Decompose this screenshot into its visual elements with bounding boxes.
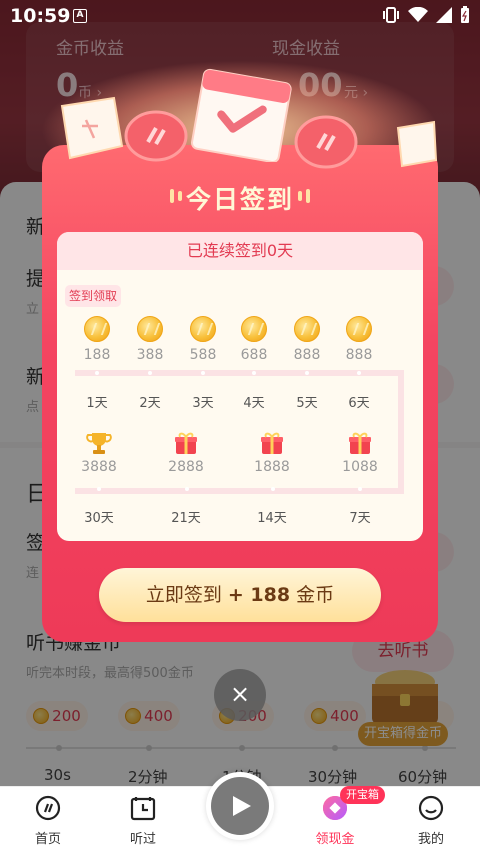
reward-amount-day21: 2888 xyxy=(168,459,204,475)
coin-icon xyxy=(346,316,372,342)
sign-in-button-amount: + 188 xyxy=(227,584,291,606)
track-dot xyxy=(252,371,256,375)
nav-profile-label: 我的 xyxy=(417,832,444,847)
status-icons xyxy=(382,6,470,24)
coin-icon xyxy=(190,316,216,342)
day-label: 6天 xyxy=(348,396,370,411)
banknote-icon xyxy=(396,120,438,168)
coin-icon xyxy=(294,316,320,342)
gift-icon xyxy=(349,432,371,454)
track-dot xyxy=(201,371,205,375)
status-bar: 10:59 A xyxy=(0,0,480,34)
battery-icon xyxy=(461,6,469,23)
day-label: 4天 xyxy=(243,396,265,411)
day-label: 2天 xyxy=(139,396,161,411)
reward-amount-day6: 888 xyxy=(345,347,373,363)
gift-icon xyxy=(175,432,197,454)
banknote-icon xyxy=(60,96,124,160)
notification-icon: A xyxy=(73,9,87,23)
track-dot xyxy=(148,371,152,375)
vibrate-icon xyxy=(383,7,399,23)
chest-badge: 开宝箱 xyxy=(340,786,385,804)
reward-amount-day14: 1888 xyxy=(254,459,290,475)
streak-banner: 已连续签到0天 xyxy=(57,232,423,270)
day-label: 21天 xyxy=(171,511,201,526)
modal-title: 今日签到 xyxy=(185,185,294,214)
history-icon xyxy=(130,797,156,821)
track-dot xyxy=(357,371,361,375)
play-button[interactable] xyxy=(206,772,274,840)
status-time: 10:59 xyxy=(10,5,71,27)
track-dot xyxy=(271,487,275,491)
track-dot xyxy=(97,487,101,491)
nav-home[interactable]: 首页 xyxy=(13,787,83,853)
sign-in-button[interactable]: 立即签到 + 188 金币 xyxy=(99,568,381,622)
nav-history-label: 听过 xyxy=(129,832,156,847)
day-label: 5天 xyxy=(296,396,318,411)
reward-amount-day1: 188 xyxy=(83,347,111,363)
nav-profile[interactable]: 我的 xyxy=(396,787,466,853)
reward-amount-day30: 3888 xyxy=(81,459,117,475)
coin-stack-icon xyxy=(294,115,358,169)
day-label: 14天 xyxy=(257,511,287,526)
title-deco-dot xyxy=(306,189,310,203)
track-dot xyxy=(358,487,362,491)
reward-amount-day4: 688 xyxy=(240,347,268,363)
play-icon xyxy=(233,796,251,816)
nav-cash-label: 领现金 xyxy=(315,832,355,847)
coin-stack-icon xyxy=(124,110,188,162)
home-icon xyxy=(35,795,61,821)
day-label: 1天 xyxy=(86,396,108,411)
nav-history[interactable]: 听过 xyxy=(108,787,178,853)
track-dot xyxy=(95,371,99,375)
sign-in-card: 已连续签到0天 签到领取 188 388 588 688 888 888 1天 … xyxy=(57,232,423,541)
claim-tag: 签到领取 xyxy=(65,285,122,307)
reward-amount-day5: 888 xyxy=(293,347,321,363)
title-deco-dot xyxy=(170,189,174,203)
trophy-icon xyxy=(86,433,112,454)
sign-in-button-prefix: 立即签到 xyxy=(145,584,228,606)
day-label: 7天 xyxy=(349,511,371,526)
close-button[interactable]: × xyxy=(214,669,266,721)
reward-amount-day2: 388 xyxy=(136,347,164,363)
signal-icon xyxy=(436,7,452,23)
calendar-icon xyxy=(190,68,292,162)
coin-icon xyxy=(137,316,163,342)
coin-icon xyxy=(84,316,110,342)
profile-icon xyxy=(418,795,444,821)
modal-title-bar: 今日签到 xyxy=(42,180,438,216)
play-button-inner xyxy=(211,777,269,835)
nav-home-label: 首页 xyxy=(34,832,61,847)
track-dot xyxy=(305,371,309,375)
day-label: 30天 xyxy=(84,511,114,526)
title-deco-dot xyxy=(178,191,182,201)
close-icon: × xyxy=(229,680,251,708)
sign-in-button-suffix: 金币 xyxy=(290,584,335,606)
track-dot xyxy=(185,487,189,491)
gift-icon xyxy=(261,432,283,454)
reward-amount-day7: 1088 xyxy=(342,459,378,475)
wifi-icon xyxy=(408,7,428,22)
title-deco-dot xyxy=(298,191,302,201)
coin-icon xyxy=(241,316,267,342)
